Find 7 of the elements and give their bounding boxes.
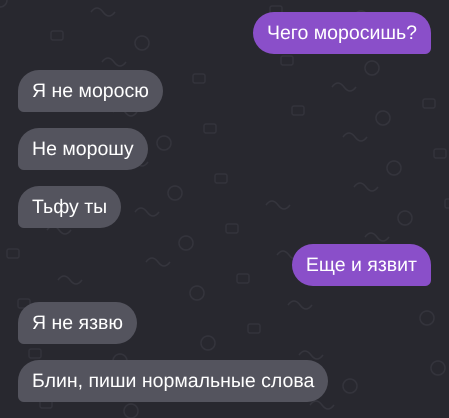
outgoing-message: Еще и язвит xyxy=(292,244,431,286)
incoming-message: Я не моросю xyxy=(18,70,163,112)
outgoing-message: Чего моросишь? xyxy=(252,12,431,54)
incoming-message: Не морошу xyxy=(18,128,148,170)
incoming-message: Я не язвю xyxy=(18,302,138,344)
incoming-message: Блин, пиши нормальные слова xyxy=(18,360,328,402)
incoming-message: Тьфу ты xyxy=(18,186,122,228)
